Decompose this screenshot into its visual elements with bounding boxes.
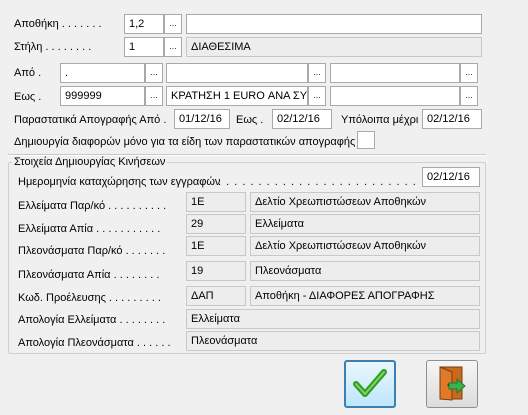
- from-label: Από .: [14, 67, 42, 79]
- origin-desc: Αποθήκη - ΔΙΑΦΟΡΕΣ ΑΠΟΓΡΑΦΗΣ: [250, 286, 480, 306]
- apology-surplus-label: Απολογία Πλεονάσματα . . . . . .: [18, 337, 171, 349]
- inventory-docs-from-date[interactable]: 01/12/16: [174, 109, 230, 129]
- to-label: Εως .: [14, 91, 42, 103]
- from-code-input[interactable]: .: [60, 63, 145, 83]
- balances-until-date[interactable]: 02/12/16: [422, 109, 482, 129]
- warehouse-lookup-button[interactable]: ...: [164, 14, 182, 34]
- origin-code-label: Κωδ. Προέλευσης . . . . . . . . .: [18, 292, 161, 304]
- apology-deficit-input[interactable]: Ελλείματα: [186, 309, 480, 329]
- warehouse-input[interactable]: 1,2: [124, 14, 164, 34]
- column-input[interactable]: 1: [124, 37, 164, 57]
- surplus-reason-desc: Πλεονάσματα: [250, 261, 480, 281]
- surplus-reason-label: Πλεονάσματα Απία . . . . . . . .: [18, 269, 160, 281]
- surplus-doc-desc: Δελτίο Χρεωπιστώσεων Αποθηκών: [250, 236, 480, 256]
- entry-date-input[interactable]: 02/12/16: [422, 167, 480, 187]
- exit-button[interactable]: [426, 360, 478, 408]
- deficit-doc-label: Ελλείματα Παρ/κό . . . . . . . . . .: [18, 200, 167, 212]
- deficit-doc-desc: Δελτίο Χρεωπιστώσεων Αποθηκών: [250, 192, 480, 212]
- inventory-docs-from-label: Παραστατικά Απογραφής Από .: [14, 114, 167, 126]
- deficit-reason-code[interactable]: 29: [186, 214, 246, 234]
- to-description-lookup-button[interactable]: ...: [308, 86, 326, 106]
- surplus-doc-code[interactable]: 1Ε: [186, 236, 246, 256]
- column-description: ΔΙΑΘΕΣΙΜΑ: [186, 37, 482, 57]
- from-extra-lookup-button[interactable]: ...: [460, 63, 478, 83]
- entry-date-label: Ημερομηνία καταχώρησης των εγγραφών: [18, 176, 221, 188]
- check-icon: [353, 368, 387, 401]
- from-extra-input[interactable]: [330, 63, 460, 83]
- balances-until-label: Υπόλοιπα μέχρι: [341, 114, 419, 126]
- to-extra-lookup-button[interactable]: ...: [460, 86, 478, 106]
- to-description-input[interactable]: ΚΡΑΤΗΣΗ 1 EURO ΑΝΑ ΣΥΙ: [166, 86, 308, 106]
- apology-deficit-label: Απολογία Ελλείματα . . . . . . . .: [18, 314, 166, 326]
- to-code-lookup-button[interactable]: ...: [145, 86, 163, 106]
- deficit-doc-code[interactable]: 1Ε: [186, 192, 246, 212]
- deficit-reason-desc: Ελλείματα: [250, 214, 480, 234]
- diff-only-checkbox[interactable]: [357, 131, 375, 149]
- exit-door-icon: [435, 365, 469, 404]
- warehouse-description: [186, 14, 482, 34]
- apology-surplus-input[interactable]: Πλεονάσματα: [186, 331, 480, 351]
- inventory-docs-to-label: Εως .: [236, 114, 264, 126]
- movements-group-title: Στοιχεία Δημιουργίας Κινήσεων: [12, 156, 168, 168]
- column-lookup-button[interactable]: ...: [164, 37, 182, 57]
- surplus-doc-label: Πλεονάσματα Παρ/κό . . . . . . .: [18, 245, 166, 257]
- entry-date-leader: . . . . . . . . . . . . . . . . . . . . …: [218, 176, 417, 188]
- from-description-input[interactable]: [166, 63, 308, 83]
- origin-code[interactable]: ΔΑΠ: [186, 286, 246, 306]
- to-extra-input[interactable]: [330, 86, 460, 106]
- column-label: Στήλη . . . . . . . .: [14, 41, 92, 53]
- inventory-docs-to-date[interactable]: 02/12/16: [272, 109, 332, 129]
- to-code-input[interactable]: 999999: [60, 86, 145, 106]
- from-description-lookup-button[interactable]: ...: [308, 63, 326, 83]
- deficit-reason-label: Ελλείματα Απία . . . . . . . . . . .: [18, 223, 161, 235]
- from-code-lookup-button[interactable]: ...: [145, 63, 163, 83]
- warehouse-label: Αποθήκη . . . . . . .: [14, 18, 102, 30]
- surplus-reason-code[interactable]: 19: [186, 261, 246, 281]
- diff-only-label: Δημιουργία διαφορών μόνο για τα είδη των…: [14, 136, 356, 148]
- ok-button[interactable]: [344, 360, 396, 408]
